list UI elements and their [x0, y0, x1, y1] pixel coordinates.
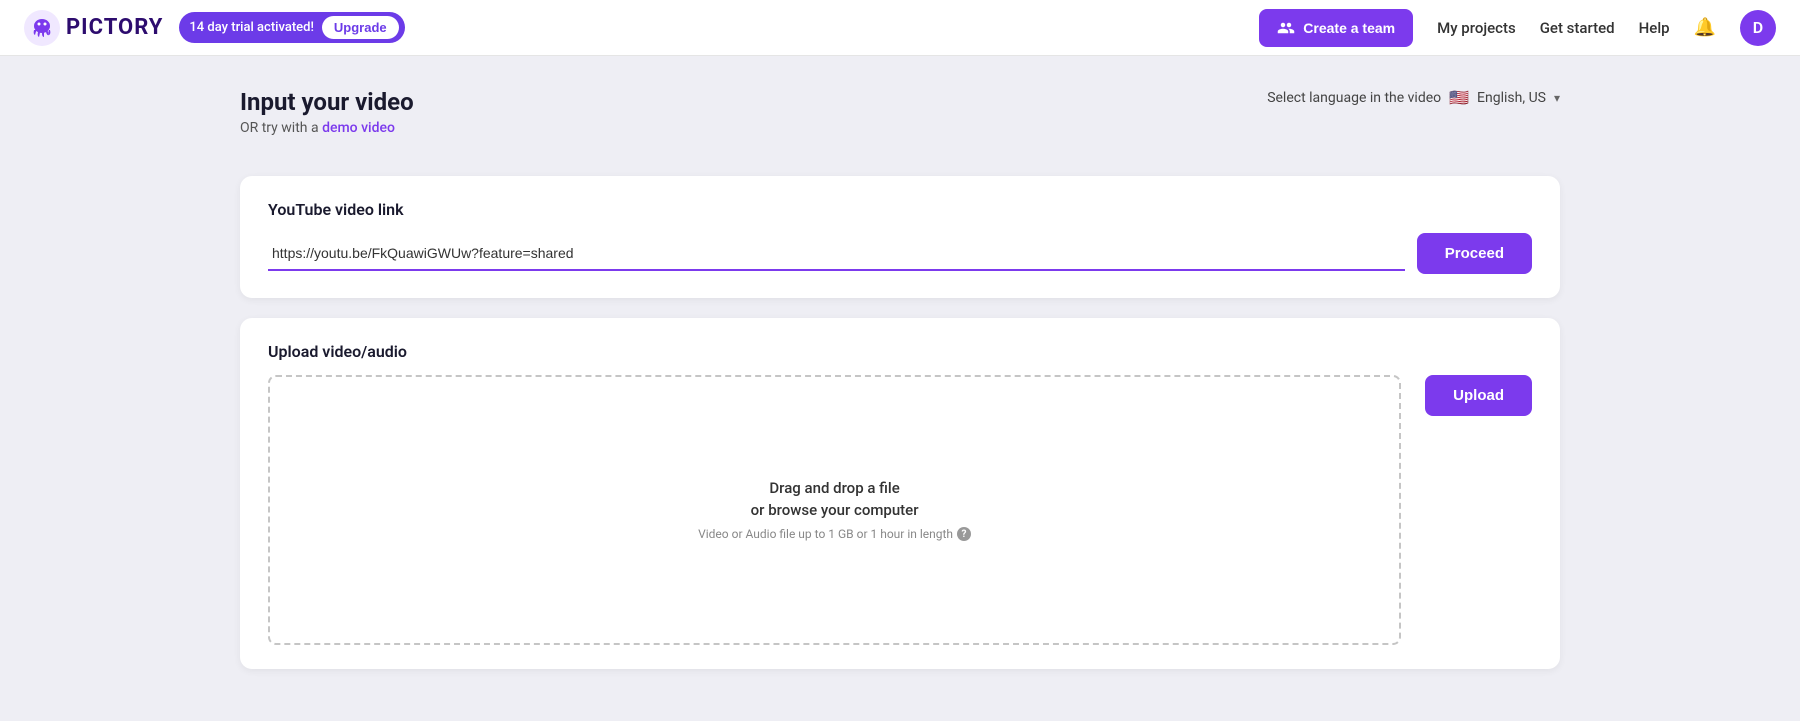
upload-button[interactable]: Upload — [1425, 375, 1532, 416]
upload-card-title: Upload video/audio — [268, 342, 1532, 361]
dropzone-hint-text: Video or Audio file up to 1 GB or 1 hour… — [698, 527, 953, 541]
nav-get-started[interactable]: Get started — [1540, 19, 1615, 37]
upgrade-button[interactable]: Upgrade — [322, 16, 399, 39]
chevron-down-icon: ▾ — [1554, 91, 1560, 105]
logo-text: PICTORY — [66, 15, 163, 40]
page-title: Input your video — [240, 88, 414, 116]
flag-icon: 🇺🇸 — [1449, 88, 1469, 107]
page-top-row: Input your video OR try with a demo vide… — [240, 88, 1560, 156]
trial-badge: 14 day trial activated! Upgrade — [179, 12, 404, 43]
proceed-button[interactable]: Proceed — [1417, 233, 1532, 274]
dropzone-hint: Video or Audio file up to 1 GB or 1 hour… — [698, 527, 971, 541]
dropzone-line2: or browse your computer — [751, 501, 919, 519]
create-team-label: Create a team — [1303, 20, 1395, 36]
logo[interactable]: PICTORY — [24, 10, 163, 46]
language-label: Select language in the video — [1267, 90, 1441, 106]
trial-text: 14 day trial activated! — [189, 20, 314, 35]
youtube-card-title: YouTube video link — [268, 200, 1532, 219]
upload-row: Drag and drop a file or browse your comp… — [268, 375, 1532, 645]
notification-bell-icon[interactable]: 🔔 — [1694, 17, 1716, 38]
demo-video-link[interactable]: demo video — [322, 120, 395, 136]
header: PICTORY 14 day trial activated! Upgrade … — [0, 0, 1800, 56]
youtube-card: YouTube video link Proceed — [240, 176, 1560, 298]
main-content: Input your video OR try with a demo vide… — [0, 56, 1800, 721]
team-icon — [1277, 19, 1295, 37]
page-subtitle: OR try with a demo video — [240, 120, 414, 136]
language-selector[interactable]: Select language in the video 🇺🇸 English,… — [1267, 88, 1560, 107]
logo-icon — [24, 10, 60, 46]
youtube-url-input[interactable] — [268, 237, 1405, 271]
language-value: English, US — [1477, 90, 1546, 106]
page-header: Input your video OR try with a demo vide… — [240, 88, 414, 136]
create-team-button[interactable]: Create a team — [1259, 9, 1413, 47]
dropzone-line1: Drag and drop a file — [769, 479, 899, 497]
info-icon: ? — [957, 527, 971, 541]
header-right: Create a team My projects Get started He… — [1259, 9, 1776, 47]
file-dropzone[interactable]: Drag and drop a file or browse your comp… — [268, 375, 1401, 645]
nav-my-projects[interactable]: My projects — [1437, 19, 1516, 37]
avatar[interactable]: D — [1740, 10, 1776, 46]
upload-card: Upload video/audio Drag and drop a file … — [240, 318, 1560, 669]
subtitle-prefix: OR try with a — [240, 120, 319, 136]
header-left: PICTORY 14 day trial activated! Upgrade — [24, 10, 405, 46]
youtube-row: Proceed — [268, 233, 1532, 274]
nav-help[interactable]: Help — [1639, 19, 1670, 37]
